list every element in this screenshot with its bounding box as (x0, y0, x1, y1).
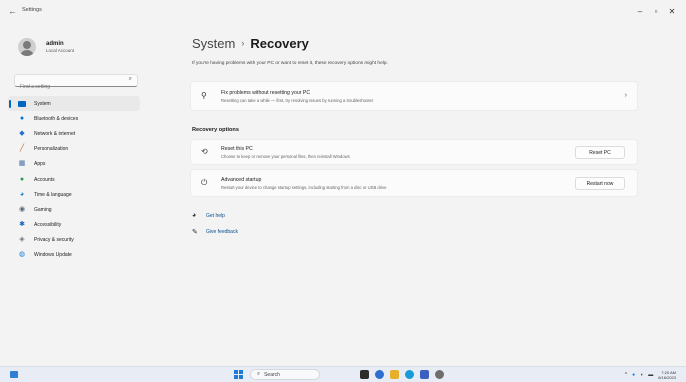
close-button[interactable]: ✕ (664, 4, 680, 20)
link-text: Give feedback (206, 229, 238, 235)
sidebar-item-label: Windows Update (34, 252, 72, 259)
user-profile[interactable]: admin Local Account (18, 38, 74, 56)
network-tray-icon[interactable]: ● (632, 372, 635, 378)
time-language-icon: ◕ (19, 190, 25, 198)
back-arrow-icon[interactable]: ← (8, 6, 17, 16)
search-icon: ⌕ (257, 371, 261, 377)
help-icon: ◕ (192, 212, 197, 219)
advanced-startup-card: ⏻ Advanced startup Restart your device t… (190, 169, 638, 197)
chevron-up-icon[interactable]: ^ (625, 372, 627, 378)
profile-subtitle: Local Account (46, 48, 75, 53)
sidebar-item-label: Personalization (34, 146, 69, 153)
brush-icon: ╱ (19, 145, 25, 153)
page-description: If you're having problems with your PC o… (192, 61, 388, 66)
task-view-icon[interactable] (360, 370, 369, 379)
gaming-icon: ◉ (18, 205, 26, 213)
sidebar-nav: System ● Bluetooth & devices ◆ Network &… (8, 96, 140, 263)
title-bar: ← Settings – ▫ ✕ (0, 0, 686, 24)
fix-problems-card[interactable]: ⚲ Fix problems without resetting your PC… (190, 81, 638, 111)
start-button[interactable] (234, 370, 243, 379)
settings-icon[interactable] (435, 370, 444, 379)
card-title: Advanced startup (221, 177, 262, 183)
windows-update-icon: ◍ (18, 251, 26, 259)
apps-icon: ▦ (18, 160, 26, 168)
sidebar-item-label: Bluetooth & devices (34, 115, 79, 122)
give-feedback-link[interactable]: ✎ Give feedback (192, 228, 238, 236)
accounts-icon: ● (19, 175, 25, 183)
network-icon: ◆ (19, 129, 25, 137)
app-title: Settings (22, 7, 42, 13)
reset-pc-card: ⟲ Reset this PC Choose to keep or remove… (190, 139, 638, 165)
sidebar-item-label: Privacy & security (34, 237, 74, 244)
reset-pc-button[interactable]: Reset PC (575, 146, 625, 159)
sidebar-item-label: Accessibility (34, 222, 62, 229)
get-help-link[interactable]: ◕ Get help (192, 212, 225, 219)
system-tray: ^ ● ◖ ▬ 7:20 AM 6/16/2023 (625, 370, 676, 380)
taskbar-search-label: Search (264, 371, 280, 378)
reset-icon: ⟲ (201, 147, 208, 156)
avatar (18, 38, 36, 56)
sidebar: admin Local Account ⌕ System ● Bluetooth… (0, 24, 148, 366)
sidebar-item-apps[interactable]: ▦ Apps (8, 157, 140, 172)
bluetooth-icon: ● (19, 114, 25, 122)
widgets-icon[interactable] (10, 371, 18, 378)
breadcrumb-parent[interactable]: System (192, 36, 235, 51)
link-text: Get help (206, 212, 225, 219)
breadcrumb-separator: › (241, 38, 245, 48)
sidebar-item-label: Network & internet (34, 130, 76, 137)
settings-window: ← Settings – ▫ ✕ admin Local Account ⌕ S… (0, 0, 686, 366)
card-description: Restart your device to change startup se… (221, 185, 387, 190)
chevron-right-icon: › (624, 92, 627, 99)
advanced-startup-icon: ⏻ (201, 178, 208, 187)
sidebar-item-accounts[interactable]: ● Accounts (8, 172, 140, 187)
accessibility-icon: ✱ (19, 221, 25, 229)
sidebar-item-label: Time & language (34, 191, 72, 198)
card-title: Reset this PC (221, 146, 253, 152)
store-icon[interactable] (420, 370, 429, 379)
chat-icon[interactable] (375, 370, 384, 379)
sidebar-item-system[interactable]: System (8, 96, 140, 112)
volume-icon[interactable]: ◖ (640, 372, 643, 378)
sidebar-item-label: Apps (34, 161, 46, 168)
file-explorer-icon[interactable] (390, 370, 399, 379)
sidebar-item-network[interactable]: ◆ Network & internet (8, 126, 140, 141)
search-icon: ⌕ (128, 76, 132, 82)
card-description: Choose to keep or remove your personal f… (221, 154, 350, 159)
clock-date: 6/16/2023 (658, 375, 676, 380)
card-title: Fix problems without resetting your PC (221, 90, 311, 96)
window-controls: – ▫ ✕ (632, 4, 680, 20)
battery-icon[interactable]: ▬ (648, 372, 653, 378)
maximize-button[interactable]: ▫ (648, 4, 664, 20)
sidebar-item-personalization[interactable]: ╱ Personalization (8, 142, 140, 157)
section-title: Recovery options (192, 127, 239, 133)
edge-icon[interactable] (405, 370, 414, 379)
sidebar-item-gaming[interactable]: ◉ Gaming (8, 202, 140, 217)
clock[interactable]: 7:20 AM 6/16/2023 (658, 370, 676, 380)
minimize-button[interactable]: – (632, 4, 648, 20)
restart-now-button[interactable]: Restart now (575, 177, 625, 190)
taskbar-search[interactable]: ⌕ Search (250, 369, 320, 380)
search-box[interactable]: ⌕ (14, 74, 138, 93)
breadcrumb: System › Recovery (192, 36, 309, 51)
card-description: Resetting can take a while — first, try … (221, 98, 374, 103)
sidebar-item-privacy[interactable]: ◈ Privacy & security (8, 233, 140, 248)
taskbar-apps (360, 370, 444, 379)
sidebar-item-time-language[interactable]: ◕ Time & language (8, 187, 140, 202)
taskbar: ⌕ Search ^ ● ◖ ▬ 7:20 AM 6/16/2023 (0, 366, 686, 382)
sidebar-item-accessibility[interactable]: ✱ Accessibility (8, 218, 140, 233)
wrench-icon: ⚲ (201, 91, 207, 100)
sidebar-item-label: System (34, 100, 51, 107)
feedback-icon: ✎ (192, 229, 198, 236)
sidebar-item-windows-update[interactable]: ◍ Windows Update (8, 248, 140, 263)
search-input[interactable] (15, 81, 115, 93)
sidebar-item-bluetooth[interactable]: ● Bluetooth & devices (8, 111, 140, 126)
sidebar-item-label: Gaming (34, 206, 52, 213)
sidebar-item-label: Accounts (34, 176, 55, 183)
profile-name: admin (46, 41, 64, 47)
page-title: Recovery (250, 36, 309, 51)
shield-icon: ◈ (19, 236, 25, 244)
system-icon (18, 100, 26, 107)
